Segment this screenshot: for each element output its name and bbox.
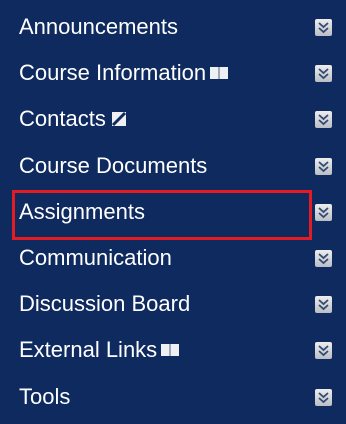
menu-item-tools[interactable]: Tools: [0, 374, 346, 420]
menu-item-label: Course Documents: [19, 152, 208, 178]
expand-chevron-icon[interactable]: [315, 157, 332, 175]
menu-item-label: Tools: [19, 383, 71, 409]
no-entry-icon: [110, 111, 128, 127]
menu-item-assignments[interactable]: Assignments: [0, 189, 346, 235]
expand-chevron-icon[interactable]: [315, 388, 332, 406]
menu-item-contacts[interactable]: Contacts: [0, 96, 346, 142]
menu-item-label: Assignments: [19, 198, 145, 224]
menu-item-label: Contacts: [19, 106, 106, 132]
expand-chevron-icon[interactable]: [315, 111, 332, 129]
menu-item-label: Discussion Board: [19, 291, 191, 317]
menu-item-label: Course Information: [19, 60, 207, 86]
expand-chevron-icon[interactable]: [315, 296, 332, 314]
menu-item-label: Announcements: [19, 14, 178, 40]
menu-item-discussion-board[interactable]: Discussion Board: [0, 281, 346, 327]
expand-chevron-icon[interactable]: [315, 203, 332, 221]
menu-item-communication[interactable]: Communication: [0, 235, 346, 281]
expand-chevron-icon[interactable]: [315, 342, 332, 360]
expand-chevron-icon[interactable]: [315, 19, 332, 37]
expand-chevron-icon[interactable]: [315, 65, 332, 83]
expand-chevron-icon[interactable]: [315, 250, 332, 268]
menu-item-label: External Links: [19, 337, 158, 363]
menu-item-course-information[interactable]: Course Information: [0, 50, 346, 96]
course-menu: Announcements Course Information Contact…: [0, 0, 346, 424]
menu-item-course-documents[interactable]: Course Documents: [0, 143, 346, 189]
book-icon: [210, 65, 229, 81]
book-icon: [161, 342, 180, 358]
menu-item-announcements[interactable]: Announcements: [0, 4, 346, 50]
menu-item-external-links[interactable]: External Links: [0, 327, 346, 373]
menu-item-label: Communication: [19, 245, 172, 271]
